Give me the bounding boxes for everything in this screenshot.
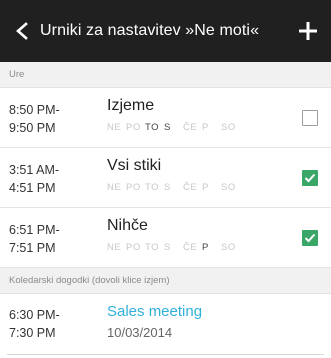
- event-date: 10/03/2014: [107, 325, 173, 340]
- enable-checkbox[interactable]: [302, 230, 318, 246]
- section-header-schedules: Ure: [0, 62, 331, 88]
- day-monday: PO: [126, 122, 141, 133]
- time-range: 6:51 PM- 7:51 PM: [9, 221, 60, 257]
- day-friday: P: [202, 182, 209, 193]
- day-thursday: ČE: [183, 182, 198, 193]
- end-time: 9:50 PM: [9, 121, 56, 135]
- event-row-sales-meeting[interactable]: 6:30 PM- 7:30 PM Sales meeting 10/03/201…: [0, 294, 331, 354]
- end-time: 7:51 PM: [9, 241, 56, 255]
- enable-checkbox[interactable]: [302, 170, 318, 186]
- day-friday: P: [202, 242, 209, 253]
- event-name: Sales meeting: [107, 303, 203, 320]
- day-tuesday: TO: [145, 122, 160, 133]
- time-range: 6:30 PM- 7:30 PM: [9, 306, 60, 342]
- enable-checkbox[interactable]: [302, 110, 318, 126]
- start-time: 6:51 PM-: [9, 223, 60, 237]
- end-time: 7:30 PM: [9, 326, 56, 340]
- day-thursday: ČE: [183, 242, 198, 253]
- end-time: 4:51 PM: [9, 181, 56, 195]
- day-saturday: SO: [221, 242, 236, 253]
- start-time: 8:50 PM-: [9, 103, 60, 117]
- day-sunday: NE: [107, 182, 122, 193]
- day-wednesday: S: [164, 122, 171, 133]
- section-header-events: Koledarski dogodki (dovoli klice izjem): [0, 268, 331, 294]
- day-saturday: SO: [221, 122, 236, 133]
- day-thursday: ČE: [183, 122, 198, 133]
- start-time: 3:51 AM-: [9, 163, 60, 177]
- day-wednesday: S: [164, 242, 171, 253]
- day-sunday: NE: [107, 122, 122, 133]
- checkmark-icon: [304, 173, 316, 183]
- add-schedule-button[interactable]: [285, 0, 331, 62]
- app-bar: Urniki za nastavitev »Ne moti«: [0, 0, 331, 62]
- day-tuesday: TO: [145, 182, 160, 193]
- page-title: Urniki za nastavitev »Ne moti«: [40, 22, 260, 39]
- schedule-row-nihce[interactable]: 6:51 PM- 7:51 PM Nihče NE PO TO S ČE P S…: [0, 208, 331, 268]
- day-monday: PO: [126, 182, 141, 193]
- day-sunday: NE: [107, 242, 122, 253]
- plus-icon: [299, 22, 317, 40]
- weekday-list: NE PO TO S ČE P SO: [107, 182, 240, 193]
- time-range: 3:51 AM- 4:51 PM: [9, 161, 59, 197]
- schedule-row-vsi-stiki[interactable]: 3:51 AM- 4:51 PM Vsi stiki NE PO TO S ČE…: [0, 148, 331, 208]
- day-friday: P: [202, 122, 209, 133]
- checkmark-icon: [304, 233, 316, 243]
- schedule-name: Vsi stiki: [107, 157, 162, 174]
- weekday-list: NE PO TO S ČE P SO: [107, 122, 240, 133]
- day-saturday: SO: [221, 182, 236, 193]
- day-wednesday: S: [164, 182, 171, 193]
- weekday-list: NE PO TO S ČE P SO: [107, 242, 240, 253]
- chevron-left-icon: [16, 22, 28, 40]
- schedule-name: Nihče: [107, 217, 148, 234]
- day-monday: PO: [126, 242, 141, 253]
- divider: [7, 354, 324, 355]
- schedule-name: Izjeme: [107, 97, 155, 114]
- schedule-row-izjeme[interactable]: 8:50 PM- 9:50 PM Izjeme NE PO TO S ČE P …: [0, 88, 331, 148]
- time-range: 8:50 PM- 9:50 PM: [9, 101, 60, 137]
- day-tuesday: TO: [145, 242, 160, 253]
- back-button[interactable]: [0, 0, 44, 62]
- start-time: 6:30 PM-: [9, 308, 60, 322]
